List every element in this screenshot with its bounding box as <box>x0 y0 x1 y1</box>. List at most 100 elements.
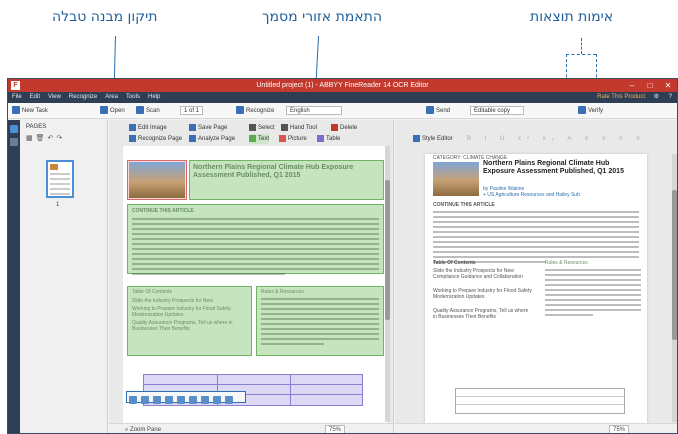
gear-icon[interactable]: ⚙ <box>654 92 659 103</box>
text-scroll-thumb[interactable] <box>672 190 677 340</box>
delete-column-icon[interactable] <box>201 396 209 404</box>
title-bar: F Untitled project (1) - ABBYY FineReade… <box>8 79 677 92</box>
rotate-right-icon[interactable]: ↷ <box>56 135 65 142</box>
delete-button[interactable]: Delete <box>331 123 357 133</box>
doc-side-lines <box>545 266 641 316</box>
zoom-pane-label[interactable]: Zoom Pane <box>130 427 161 433</box>
menu-recognize[interactable]: Recognize <box>65 92 101 103</box>
menu-tools[interactable]: Tools <box>122 92 144 103</box>
mode-value: Editable copy <box>470 106 524 115</box>
recognize-icon <box>236 106 244 115</box>
zoom-pane-icon[interactable]: ⌕ <box>125 427 128 433</box>
scan-button[interactable]: Scan <box>136 106 160 116</box>
new-task-button[interactable]: New Task <box>12 106 48 116</box>
page-image-canvas[interactable]: Northern Plains Regional Climate Hub Exp… <box>123 146 388 431</box>
recognize-button[interactable]: Recognize <box>236 106 274 116</box>
delete-page-icon[interactable]: 🗑 <box>36 135 48 142</box>
mode-select[interactable]: Editable copy <box>470 106 524 116</box>
delete-icon <box>331 123 338 131</box>
menu-bar: File Edit View Recognize Area Tools Help Rate … <box>8 92 677 103</box>
select-icon <box>249 123 256 131</box>
text-area-tool[interactable]: Text <box>249 134 270 144</box>
doc-photo <box>433 162 479 196</box>
picture-area-label: Picture <box>288 136 307 142</box>
side-text-zone[interactable]: Rules & Resources <box>256 286 384 356</box>
open-button[interactable]: Open <box>100 106 125 116</box>
send-label: Send <box>436 108 451 114</box>
list-rail-icon[interactable] <box>10 138 18 146</box>
image-statusbar: ⌕ Zoom Pane 75% <box>109 423 393 433</box>
pages-header: PAGES <box>26 124 47 130</box>
table-structure-toolbar[interactable] <box>126 391 246 404</box>
analyze-page-button[interactable]: Analyze Page <box>189 134 235 144</box>
window-title: Untitled project (1) - ABBYY FineReader … <box>256 82 429 89</box>
text-editor-panel: Style Editor B I U x² x₂ A ≡ ≡ ≡ ≡ CATEG… <box>395 120 677 433</box>
table-close-icon[interactable] <box>225 396 233 404</box>
pages-rail-icon[interactable] <box>10 125 18 133</box>
edit-image-button[interactable]: Edit Image <box>129 123 167 133</box>
minimize-button[interactable]: – <box>623 79 641 92</box>
picture-area-tool[interactable]: Picture <box>279 134 307 144</box>
recognize-page-button[interactable]: Recognize Page <box>129 134 182 144</box>
thumbnail-number: 1 <box>56 202 60 208</box>
help-icon[interactable]: ? <box>669 92 672 103</box>
doc-toc-heading: Table Of Contents <box>433 260 476 266</box>
image-panel: Edit Image Save Page Select Hand Tool De… <box>109 120 394 433</box>
maximize-button[interactable]: □ <box>641 79 659 92</box>
menu-edit[interactable]: Edit <box>26 92 44 103</box>
style-editor-button[interactable]: Style Editor <box>413 134 453 144</box>
page-counter[interactable]: 1 of 1 <box>180 106 204 116</box>
scanner-icon <box>136 106 144 115</box>
doc-title: Northern Plains Regional Climate Hub Exp… <box>483 160 624 175</box>
table-area-tool[interactable]: Table <box>317 134 340 144</box>
page-thumbnail[interactable] <box>46 160 74 198</box>
menu-help[interactable]: Help <box>144 92 164 103</box>
toc-zone[interactable]: Table Of Contents Slide the Industry Pro… <box>127 286 252 356</box>
left-rail <box>8 120 20 433</box>
select-tool[interactable]: Select <box>249 123 275 133</box>
menu-area[interactable]: Area <box>101 92 122 103</box>
doc-body-lines <box>433 208 639 263</box>
split-cells-icon[interactable] <box>141 396 149 404</box>
new-task-label: New Task <box>22 108 48 114</box>
doc-table[interactable] <box>455 388 625 414</box>
delete-label: Delete <box>340 125 358 131</box>
analyze-page-label: Analyze Page <box>198 136 236 142</box>
main-toolbar: New Task Open Scan 1 of 1 Recognize Engl… <box>8 103 677 119</box>
image-zoom-select[interactable]: 75% <box>325 425 346 433</box>
page-options-icon[interactable]: ▦ <box>26 135 36 142</box>
text-zoom-select[interactable]: 75% <box>609 425 630 433</box>
save-page-label: Save Page <box>198 125 228 131</box>
delete-row-icon[interactable] <box>189 396 197 404</box>
send-button[interactable]: Send <box>426 106 450 116</box>
recognized-document[interactable]: CATEGORY: CLIMATE CHANGE Northern Plains… <box>425 154 647 431</box>
toc-heading: Table Of Contents <box>132 289 173 295</box>
style-editor-label: Style Editor <box>422 136 453 142</box>
hand-icon <box>281 123 288 131</box>
hand-tool[interactable]: Hand Tool <box>281 123 317 133</box>
analyze-page-icon <box>189 134 196 142</box>
style-editor-icon <box>413 134 420 142</box>
menu-view[interactable]: View <box>44 92 65 103</box>
table-properties-icon[interactable] <box>213 396 221 404</box>
verify-button[interactable]: Verify <box>578 106 603 116</box>
rate-product-link[interactable]: Rate This Product <box>597 92 645 103</box>
callout-verify: אימות תוצאות <box>530 9 614 25</box>
menu-file[interactable]: File <box>8 92 26 103</box>
format-tools[interactable]: B I U x² x₂ A ≡ ≡ ≡ ≡ <box>467 134 646 144</box>
save-page-icon <box>189 123 196 131</box>
page-counter-field[interactable]: 1 of 1 <box>180 106 204 115</box>
table-edit-icon[interactable] <box>129 396 137 404</box>
add-row-icon[interactable] <box>165 396 173 404</box>
heading-zone[interactable]: Northern Plains Regional Climate Hub Exp… <box>189 160 384 200</box>
save-page-button[interactable]: Save Page <box>189 123 227 133</box>
image-scroll-thumb[interactable] <box>385 180 390 320</box>
body-text-zone[interactable]: CONTINUE THIS ARTICLE <box>127 204 384 275</box>
heading-text: Northern Plains Regional Climate Hub Exp… <box>193 164 354 179</box>
language-select[interactable]: English <box>286 106 342 116</box>
add-column-icon[interactable] <box>177 396 185 404</box>
section-heading: CONTINUE THIS ARTICLE <box>132 208 194 214</box>
recognize-page-icon <box>129 134 136 142</box>
close-button[interactable]: ✕ <box>659 79 677 92</box>
merge-cells-icon[interactable] <box>153 396 161 404</box>
